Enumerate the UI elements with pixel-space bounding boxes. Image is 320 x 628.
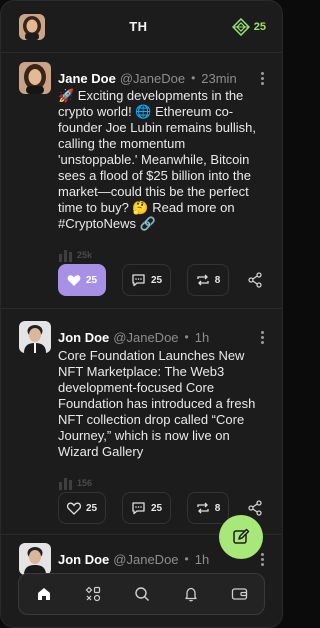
repost-count: 8: [214, 502, 221, 514]
nav-notifications[interactable]: [173, 576, 209, 612]
author-name[interactable]: Jon Doe: [58, 330, 109, 345]
author-handle[interactable]: @JaneDoe: [113, 552, 178, 567]
like-count: 25: [85, 502, 98, 514]
more-options-icon[interactable]: [259, 327, 266, 348]
more-options-icon[interactable]: [259, 68, 266, 89]
nav-home[interactable]: [26, 576, 62, 612]
author-name[interactable]: Jon Doe: [58, 552, 109, 567]
nav-apps[interactable]: [75, 576, 111, 612]
like-button[interactable]: 25: [58, 492, 106, 524]
separator-dot: •: [184, 330, 189, 344]
nav-search[interactable]: [124, 576, 160, 612]
bell-icon: [184, 587, 197, 602]
comment-icon: [132, 274, 145, 287]
comment-count: 25: [150, 502, 163, 514]
more-options-icon[interactable]: [259, 549, 266, 570]
bottom-nav: [18, 573, 265, 615]
separator-dot: •: [191, 71, 196, 85]
comment-count: 25: [150, 274, 163, 286]
post-actions: 25 25 8: [58, 492, 229, 524]
bar-chart-icon: [59, 478, 72, 490]
author-name[interactable]: Jane Doe: [58, 71, 116, 86]
top-bar: TH 25: [1, 1, 282, 53]
post-time: 1h: [194, 551, 210, 567]
views-value: 156: [77, 478, 93, 488]
app-title: TH: [129, 19, 148, 34]
repost-button[interactable]: 8: [187, 264, 229, 296]
post-time: 23min: [201, 70, 237, 86]
post-time: 1h: [194, 329, 210, 345]
profile-avatar[interactable]: [19, 13, 45, 40]
views-value: 25k: [77, 250, 93, 260]
search-icon: [134, 587, 149, 601]
author-avatar[interactable]: [19, 543, 51, 575]
author-handle[interactable]: @JaneDoe: [120, 71, 185, 86]
share-icon[interactable]: [245, 270, 265, 290]
compose-button[interactable]: [219, 515, 263, 559]
like-count: 25: [85, 274, 98, 286]
author-avatar[interactable]: [19, 321, 51, 353]
like-button[interactable]: 25: [58, 264, 106, 296]
home-icon: [37, 588, 50, 600]
share-icon[interactable]: [245, 498, 265, 518]
wallet-icon: [231, 588, 248, 600]
nav-wallet[interactable]: [222, 576, 258, 612]
comment-icon: [132, 502, 145, 515]
edit-icon: [233, 528, 250, 544]
comment-button[interactable]: 25: [122, 264, 171, 296]
diamond-icon: [231, 17, 250, 36]
app-screen: TH 25 Jane Doe @JaneDoe • 23min 🚀 Exciti…: [0, 0, 283, 628]
post-actions: 25 25 8: [58, 264, 229, 296]
points-badge[interactable]: 25: [231, 17, 266, 36]
repost-icon: [197, 274, 209, 286]
separator-dot: •: [184, 552, 189, 566]
author-handle[interactable]: @JaneDoe: [113, 330, 178, 345]
post-text: 🚀 Exciting developments in the crypto wo…: [58, 88, 257, 231]
repost-button[interactable]: 8: [187, 492, 229, 524]
views-count: 156: [58, 476, 266, 490]
post-text: Core Foundation Launches New NFT Marketp…: [58, 348, 256, 459]
views-count: 25k: [58, 248, 266, 262]
heart-icon: [67, 274, 81, 286]
author-avatar[interactable]: [19, 62, 51, 94]
points-value: 25: [253, 20, 266, 33]
repost-count: 8: [214, 274, 221, 286]
repost-icon: [197, 502, 209, 514]
apps-icon: [85, 586, 100, 602]
comment-button[interactable]: 25: [122, 492, 171, 524]
bar-chart-icon: [59, 250, 72, 262]
heart-icon: [66, 502, 81, 515]
